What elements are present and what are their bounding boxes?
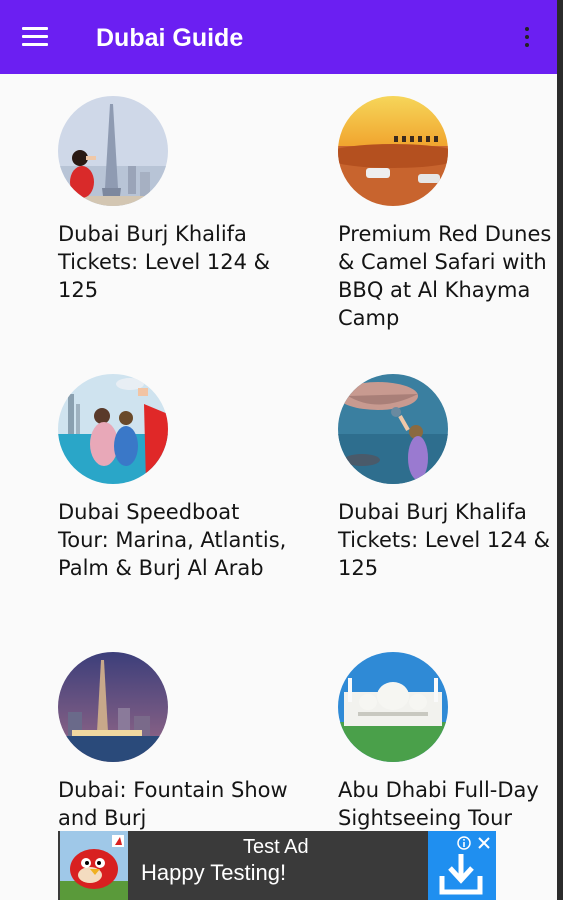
tour-image-desert-safari bbox=[338, 96, 448, 206]
ad-banner[interactable]: Test Ad Happy Testing! bbox=[58, 831, 496, 900]
tour-image-fountain-show bbox=[58, 652, 168, 762]
info-icon[interactable] bbox=[457, 835, 471, 850]
tour-title: Dubai Burj Khalifa Tickets: Level 124 & … bbox=[58, 222, 271, 302]
tour-title: Dubai: Fountain Show and Burj bbox=[58, 778, 288, 830]
ad-title: Test Ad bbox=[243, 836, 309, 858]
tour-image-grand-mosque bbox=[338, 652, 448, 762]
download-icon[interactable] bbox=[438, 852, 484, 896]
tour-title: Dubai Speedboat Tour: Marina, Atlantis, … bbox=[58, 500, 287, 580]
tour-title: Premium Red Dunes & Camel Safari with BB… bbox=[338, 222, 552, 330]
tour-title: Abu Dhabi Full-Day Sightseeing Tour bbox=[338, 778, 539, 830]
app-bar: Dubai Guide bbox=[0, 0, 557, 74]
tour-image-burj-khalifa bbox=[58, 96, 168, 206]
close-icon[interactable] bbox=[477, 835, 491, 849]
page-title: Dubai Guide bbox=[96, 24, 244, 52]
more-vert-icon[interactable] bbox=[522, 27, 532, 49]
tour-image-speedboat bbox=[58, 374, 168, 484]
app-screen: Dubai Guide Dubai Burj Khalifa Tickets: … bbox=[0, 0, 557, 900]
tour-image-aquarium bbox=[338, 374, 448, 484]
ad-game-thumbnail bbox=[60, 831, 128, 900]
ad-subtitle: Happy Testing! bbox=[141, 860, 287, 885]
hamburger-menu-icon[interactable] bbox=[22, 27, 48, 47]
tour-title: Dubai Burj Khalifa Tickets: Level 124 & … bbox=[338, 500, 551, 580]
